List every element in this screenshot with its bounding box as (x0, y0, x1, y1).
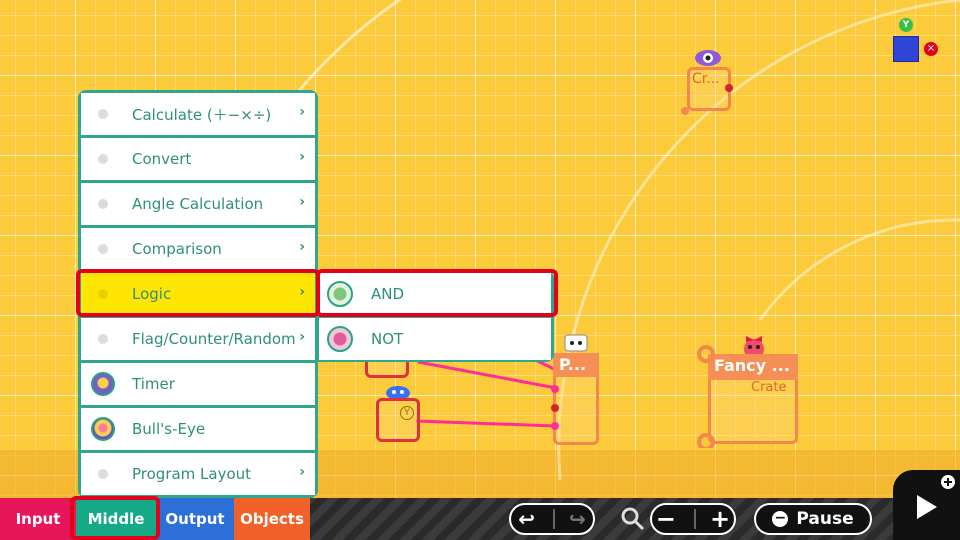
button-nodon[interactable]: Y (374, 382, 422, 444)
menu-item-label: Angle Calculation (132, 195, 264, 213)
menu-item-label: Convert (132, 150, 192, 168)
zoom-out-button[interactable]: − (656, 505, 676, 533)
chevron-right-icon: › (299, 464, 305, 480)
port-dots (681, 84, 733, 115)
timer-nodon-icon (91, 372, 115, 396)
divider (694, 509, 696, 529)
chevron-right-icon: › (299, 149, 305, 165)
play-button[interactable] (893, 470, 960, 540)
submenu-item-label: AND (371, 285, 405, 303)
menu-item-label: Comparison (132, 240, 222, 258)
not-nodon-icon (327, 326, 353, 352)
redo-icon[interactable]: ↪ (569, 507, 586, 531)
y-button-badge: Y (400, 406, 414, 420)
port-rings (697, 345, 715, 448)
minus-button-icon: − (772, 511, 789, 527)
nodon-sublabel: Crate (751, 380, 787, 395)
menu-item-convert[interactable]: Convert › (81, 138, 315, 180)
bullseye-nodon-icon (91, 417, 115, 441)
person-nodon[interactable]: P... (551, 333, 599, 445)
tab-output[interactable]: Output (156, 498, 234, 540)
menu-item-label: Program Layout (132, 465, 252, 483)
bullet-dot-icon (98, 199, 108, 209)
connection-wire (417, 360, 557, 390)
tab-objects[interactable]: Objects (234, 498, 310, 540)
middle-nodon-menu: Calculate (＋−×÷) › Convert › Angle Calcu… (78, 90, 318, 498)
menu-item-calculate[interactable]: Calculate (＋−×÷) › (81, 93, 315, 135)
menu-item-logic[interactable]: Logic › (81, 273, 315, 315)
logic-submenu: AND NOT (316, 270, 554, 362)
person-character-icon (564, 334, 588, 352)
menu-item-label: Calculate (＋−×÷) (132, 105, 272, 124)
divider (553, 509, 555, 529)
and-nodon-icon (327, 281, 353, 307)
camera-target-icon[interactable]: Y × (890, 18, 948, 66)
chevron-right-icon: › (299, 104, 305, 120)
menu-item-timer[interactable]: Timer (81, 363, 315, 405)
undo-redo-group: ↩ ↪ (509, 503, 595, 535)
menu-item-label: Logic (132, 285, 172, 303)
zoom-in-button[interactable]: + (710, 505, 730, 533)
chevron-right-icon: › (299, 194, 305, 210)
bullet-dot-icon (98, 109, 108, 119)
menu-item-flag-counter-random[interactable]: Flag/Counter/Random › (81, 318, 315, 360)
zoom-group: − + (650, 503, 736, 535)
submenu-item-label: NOT (371, 330, 404, 348)
blue-square-icon (893, 36, 919, 62)
menu-item-angle-calculation[interactable]: Angle Calculation › (81, 183, 315, 225)
menu-item-label: Flag/Counter/Random (132, 330, 296, 348)
menu-item-comparison[interactable]: Comparison › (81, 228, 315, 270)
pause-button[interactable]: − Pause (754, 503, 872, 535)
bullet-dot-icon (98, 334, 108, 344)
bullet-dot-icon (98, 244, 108, 254)
submenu-item-and[interactable]: AND (319, 273, 551, 315)
tab-input[interactable]: Input (0, 498, 76, 540)
play-icon (917, 475, 955, 519)
chevron-right-icon: › (299, 239, 305, 255)
submenu-item-not[interactable]: NOT (319, 318, 551, 360)
bullet-dot-icon (98, 469, 108, 479)
menu-item-label: Timer (132, 375, 175, 393)
crate-nodon-small[interactable]: Cr... (681, 45, 733, 115)
close-icon[interactable]: × (924, 42, 938, 56)
menu-item-bullseye[interactable]: Bull's-Eye (81, 408, 315, 450)
tab-middle[interactable]: Middle (76, 498, 156, 540)
menu-item-label: Bull's-Eye (132, 420, 206, 438)
bullet-dot-icon (98, 154, 108, 164)
y-badge: Y (899, 18, 913, 32)
bullet-dot-icon (98, 289, 108, 299)
zoom-icon (621, 507, 645, 531)
pause-label: Pause (796, 509, 854, 529)
fancy-crate-nodon[interactable]: Fancy ... Crate (697, 330, 800, 448)
chevron-right-icon: › (299, 329, 305, 345)
connection-wire (415, 419, 557, 428)
undo-icon[interactable]: ↩ (518, 507, 535, 531)
menu-item-program-layout[interactable]: Program Layout › (81, 453, 315, 495)
chevron-right-icon: › (299, 284, 305, 300)
